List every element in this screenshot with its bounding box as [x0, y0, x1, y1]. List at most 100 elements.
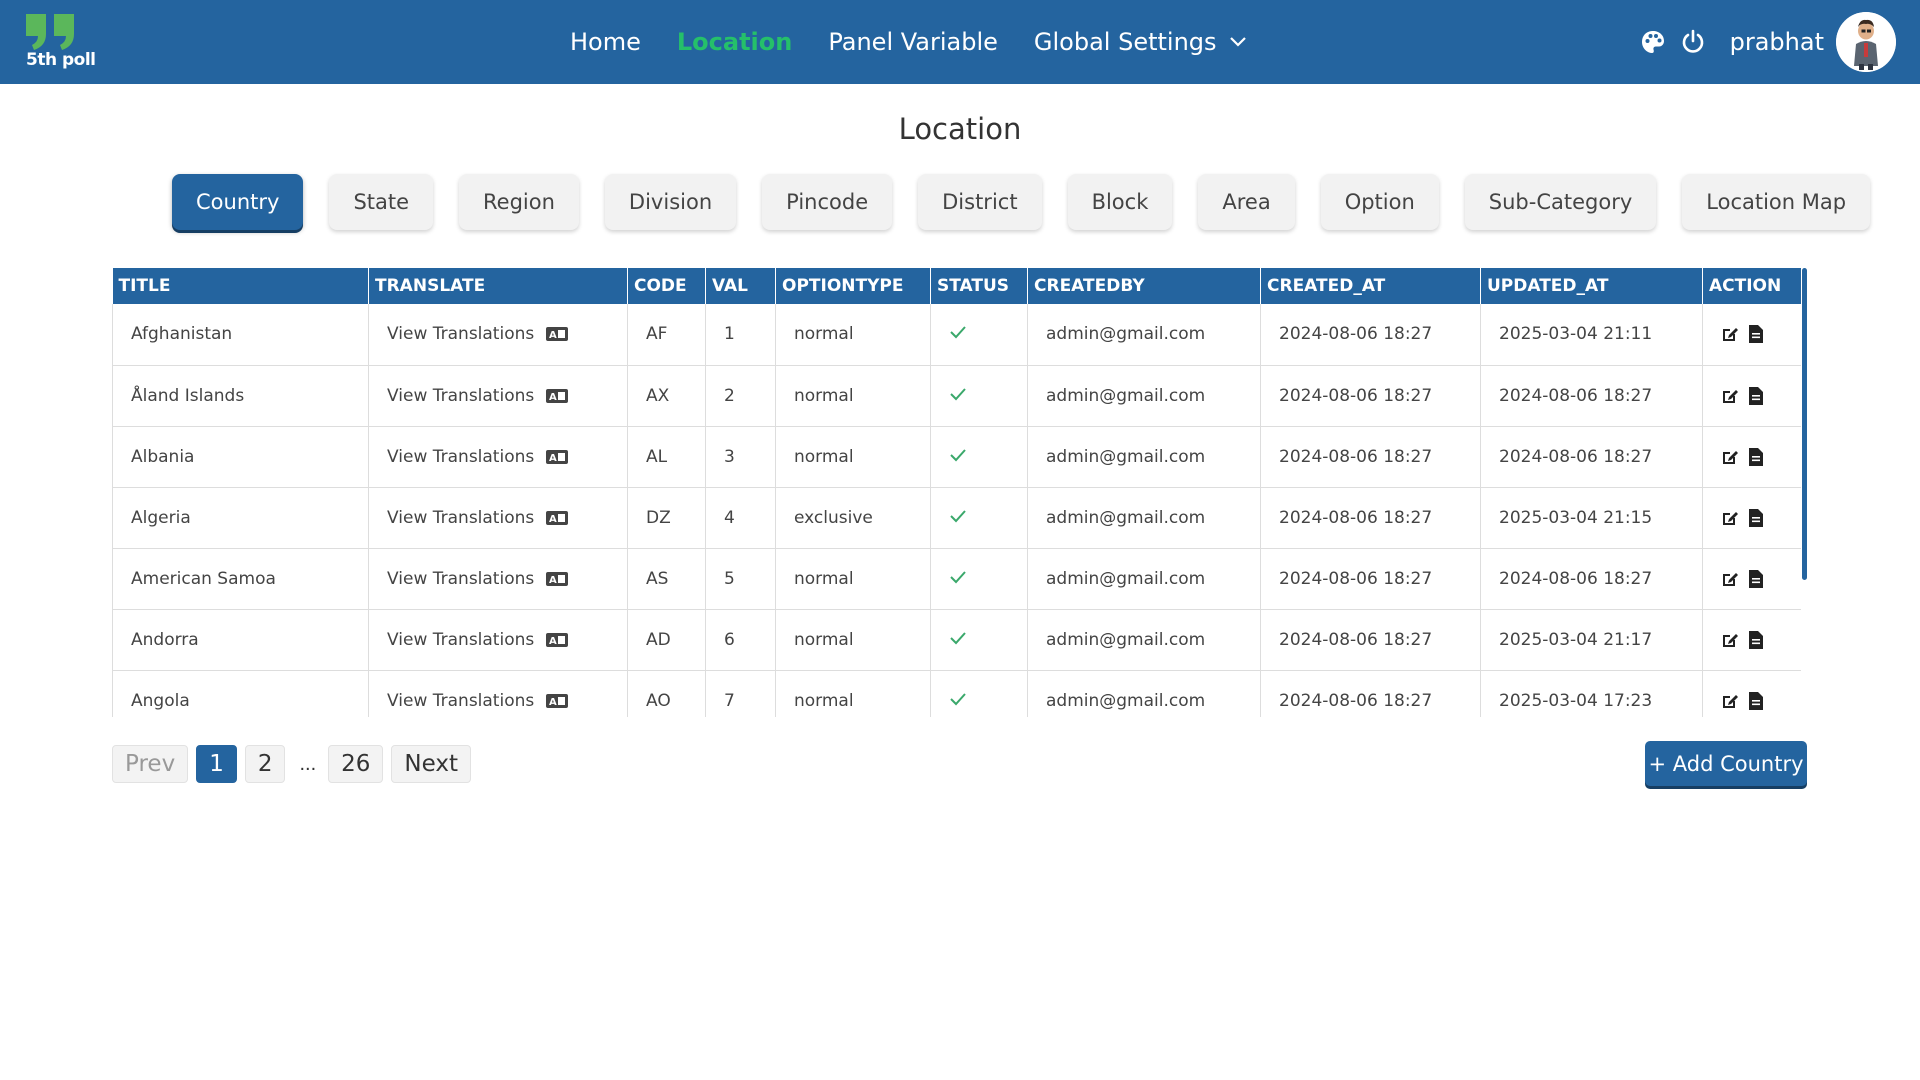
document-icon[interactable] [1749, 508, 1763, 527]
document-icon[interactable] [1749, 630, 1763, 649]
cell-optiontype: exclusive [775, 487, 931, 549]
cell-code: AX [627, 365, 706, 427]
cell-code: AS [627, 548, 706, 610]
cell-createdby: admin@gmail.com [1027, 426, 1261, 488]
column-header-translate[interactable]: TRANSLATE [368, 268, 628, 304]
column-header-action: ACTION [1702, 268, 1801, 304]
nav-panel-variable[interactable]: Panel Variable [828, 28, 998, 56]
username[interactable]: prabhat [1730, 28, 1824, 56]
svg-text:A: A [549, 392, 557, 403]
tab-area[interactable]: Area [1198, 174, 1295, 230]
tab-state[interactable]: State [329, 174, 434, 230]
document-icon[interactable] [1749, 691, 1763, 710]
cell-updated-at: 2025-03-04 21:11 [1480, 304, 1703, 366]
nav-global-settings[interactable]: Global Settings [1034, 28, 1247, 56]
tab-division[interactable]: Division [604, 174, 737, 230]
translate-icon[interactable]: A [546, 449, 569, 464]
column-header-created-at[interactable]: CREATED_AT [1260, 268, 1481, 304]
location-tabs: Country State Region Division Pincode Di… [172, 174, 1896, 230]
cell-updated-at: 2024-08-06 18:27 [1480, 365, 1703, 427]
tab-country[interactable]: Country [172, 174, 304, 230]
translate-icon[interactable]: A [546, 693, 569, 708]
cell-created-at: 2024-08-06 18:27 [1260, 548, 1481, 610]
column-header-optiontype[interactable]: OPTIONTYPE [775, 268, 931, 304]
translate-icon[interactable]: A [546, 388, 569, 403]
view-translations-link[interactable]: View Translations [387, 508, 534, 528]
page-button-last[interactable]: 26 [328, 745, 384, 783]
column-header-createdby[interactable]: CREATEDBY [1027, 268, 1261, 304]
cell-updated-at: 2025-03-04 21:17 [1480, 609, 1703, 671]
view-translations-link[interactable]: View Translations [387, 691, 534, 711]
cell-createdby: admin@gmail.com [1027, 365, 1261, 427]
nav-home[interactable]: Home [570, 28, 641, 56]
cell-created-at: 2024-08-06 18:27 [1260, 609, 1481, 671]
column-header-updated-at[interactable]: UPDATED_AT [1480, 268, 1703, 304]
add-country-button[interactable]: + Add Country [1645, 741, 1807, 786]
cell-created-at: 2024-08-06 18:27 [1260, 304, 1481, 366]
edit-icon[interactable] [1721, 692, 1739, 710]
view-translations-link[interactable]: View Translations [387, 447, 534, 467]
document-icon[interactable] [1749, 447, 1763, 466]
pagination-ellipsis: ... [299, 752, 317, 775]
edit-icon[interactable] [1721, 325, 1739, 343]
translate-icon[interactable]: A [546, 510, 569, 525]
nav-global-settings-label: Global Settings [1033, 28, 1217, 56]
translate-icon[interactable]: A [546, 571, 569, 586]
palette-icon[interactable] [1640, 29, 1666, 55]
translate-icon[interactable]: A [546, 632, 569, 647]
cell-title: Algeria [112, 487, 369, 549]
brand-name: 5th poll [26, 50, 96, 70]
tab-district[interactable]: District [918, 174, 1042, 230]
edit-icon[interactable] [1721, 570, 1739, 588]
nav-location[interactable]: Location [677, 28, 792, 56]
table-row: Afghanistan View Translations A AF 1 norm… [112, 304, 1801, 366]
page-button-2[interactable]: 2 [244, 745, 286, 783]
check-icon [950, 326, 966, 339]
cell-code: AF [627, 304, 706, 366]
column-header-status[interactable]: STATUS [930, 268, 1028, 304]
next-page-button[interactable]: Next [391, 745, 472, 783]
edit-icon[interactable] [1721, 448, 1739, 466]
column-header-code[interactable]: CODE [627, 268, 706, 304]
column-header-val[interactable]: VAL [705, 268, 776, 304]
document-icon[interactable] [1749, 569, 1763, 588]
tab-option[interactable]: Option [1320, 174, 1439, 230]
cell-optiontype: normal [775, 426, 931, 488]
view-translations-link[interactable]: View Translations [387, 324, 534, 344]
column-header-title[interactable]: TITLE [112, 268, 369, 304]
document-icon[interactable] [1749, 325, 1763, 344]
view-translations-link[interactable]: View Translations [387, 569, 534, 589]
cell-val: 2 [705, 365, 776, 427]
cell-val: 4 [705, 487, 776, 549]
cell-created-at: 2024-08-06 18:27 [1260, 670, 1481, 717]
cell-val: 7 [705, 670, 776, 717]
prev-page-button[interactable]: Prev [112, 745, 189, 783]
cell-val: 1 [705, 304, 776, 366]
chevron-down-icon [1229, 37, 1246, 47]
country-table-container: TITLE TRANSLATE CODE VAL OPTIONTYPE STAT… [112, 268, 1801, 717]
view-translations-link[interactable]: View Translations [387, 630, 534, 650]
svg-text:A: A [549, 330, 557, 341]
brand-logo[interactable]: 5th poll [24, 12, 104, 72]
tab-location-map[interactable]: Location Map [1682, 174, 1871, 230]
cell-updated-at: 2025-03-04 21:15 [1480, 487, 1703, 549]
avatar[interactable] [1836, 12, 1896, 72]
check-icon [950, 570, 966, 583]
power-icon[interactable] [1680, 29, 1706, 55]
page-button-1[interactable]: 1 [196, 745, 237, 783]
tab-pincode[interactable]: Pincode [762, 174, 893, 230]
view-translations-link[interactable]: View Translations [387, 386, 534, 406]
document-icon[interactable] [1749, 386, 1763, 405]
tab-block[interactable]: Block [1067, 174, 1173, 230]
cell-title: Afghanistan [112, 304, 369, 366]
edit-icon[interactable] [1721, 509, 1739, 527]
cell-optiontype: normal [775, 609, 931, 671]
table-scrollbar[interactable] [1802, 268, 1807, 580]
tab-sub-category[interactable]: Sub-Category [1464, 174, 1657, 230]
translate-icon[interactable]: A [546, 327, 569, 342]
cell-createdby: admin@gmail.com [1027, 487, 1261, 549]
tab-region[interactable]: Region [459, 174, 579, 230]
edit-icon[interactable] [1721, 387, 1739, 405]
cell-updated-at: 2024-08-06 18:27 [1480, 548, 1703, 610]
edit-icon[interactable] [1721, 631, 1739, 649]
